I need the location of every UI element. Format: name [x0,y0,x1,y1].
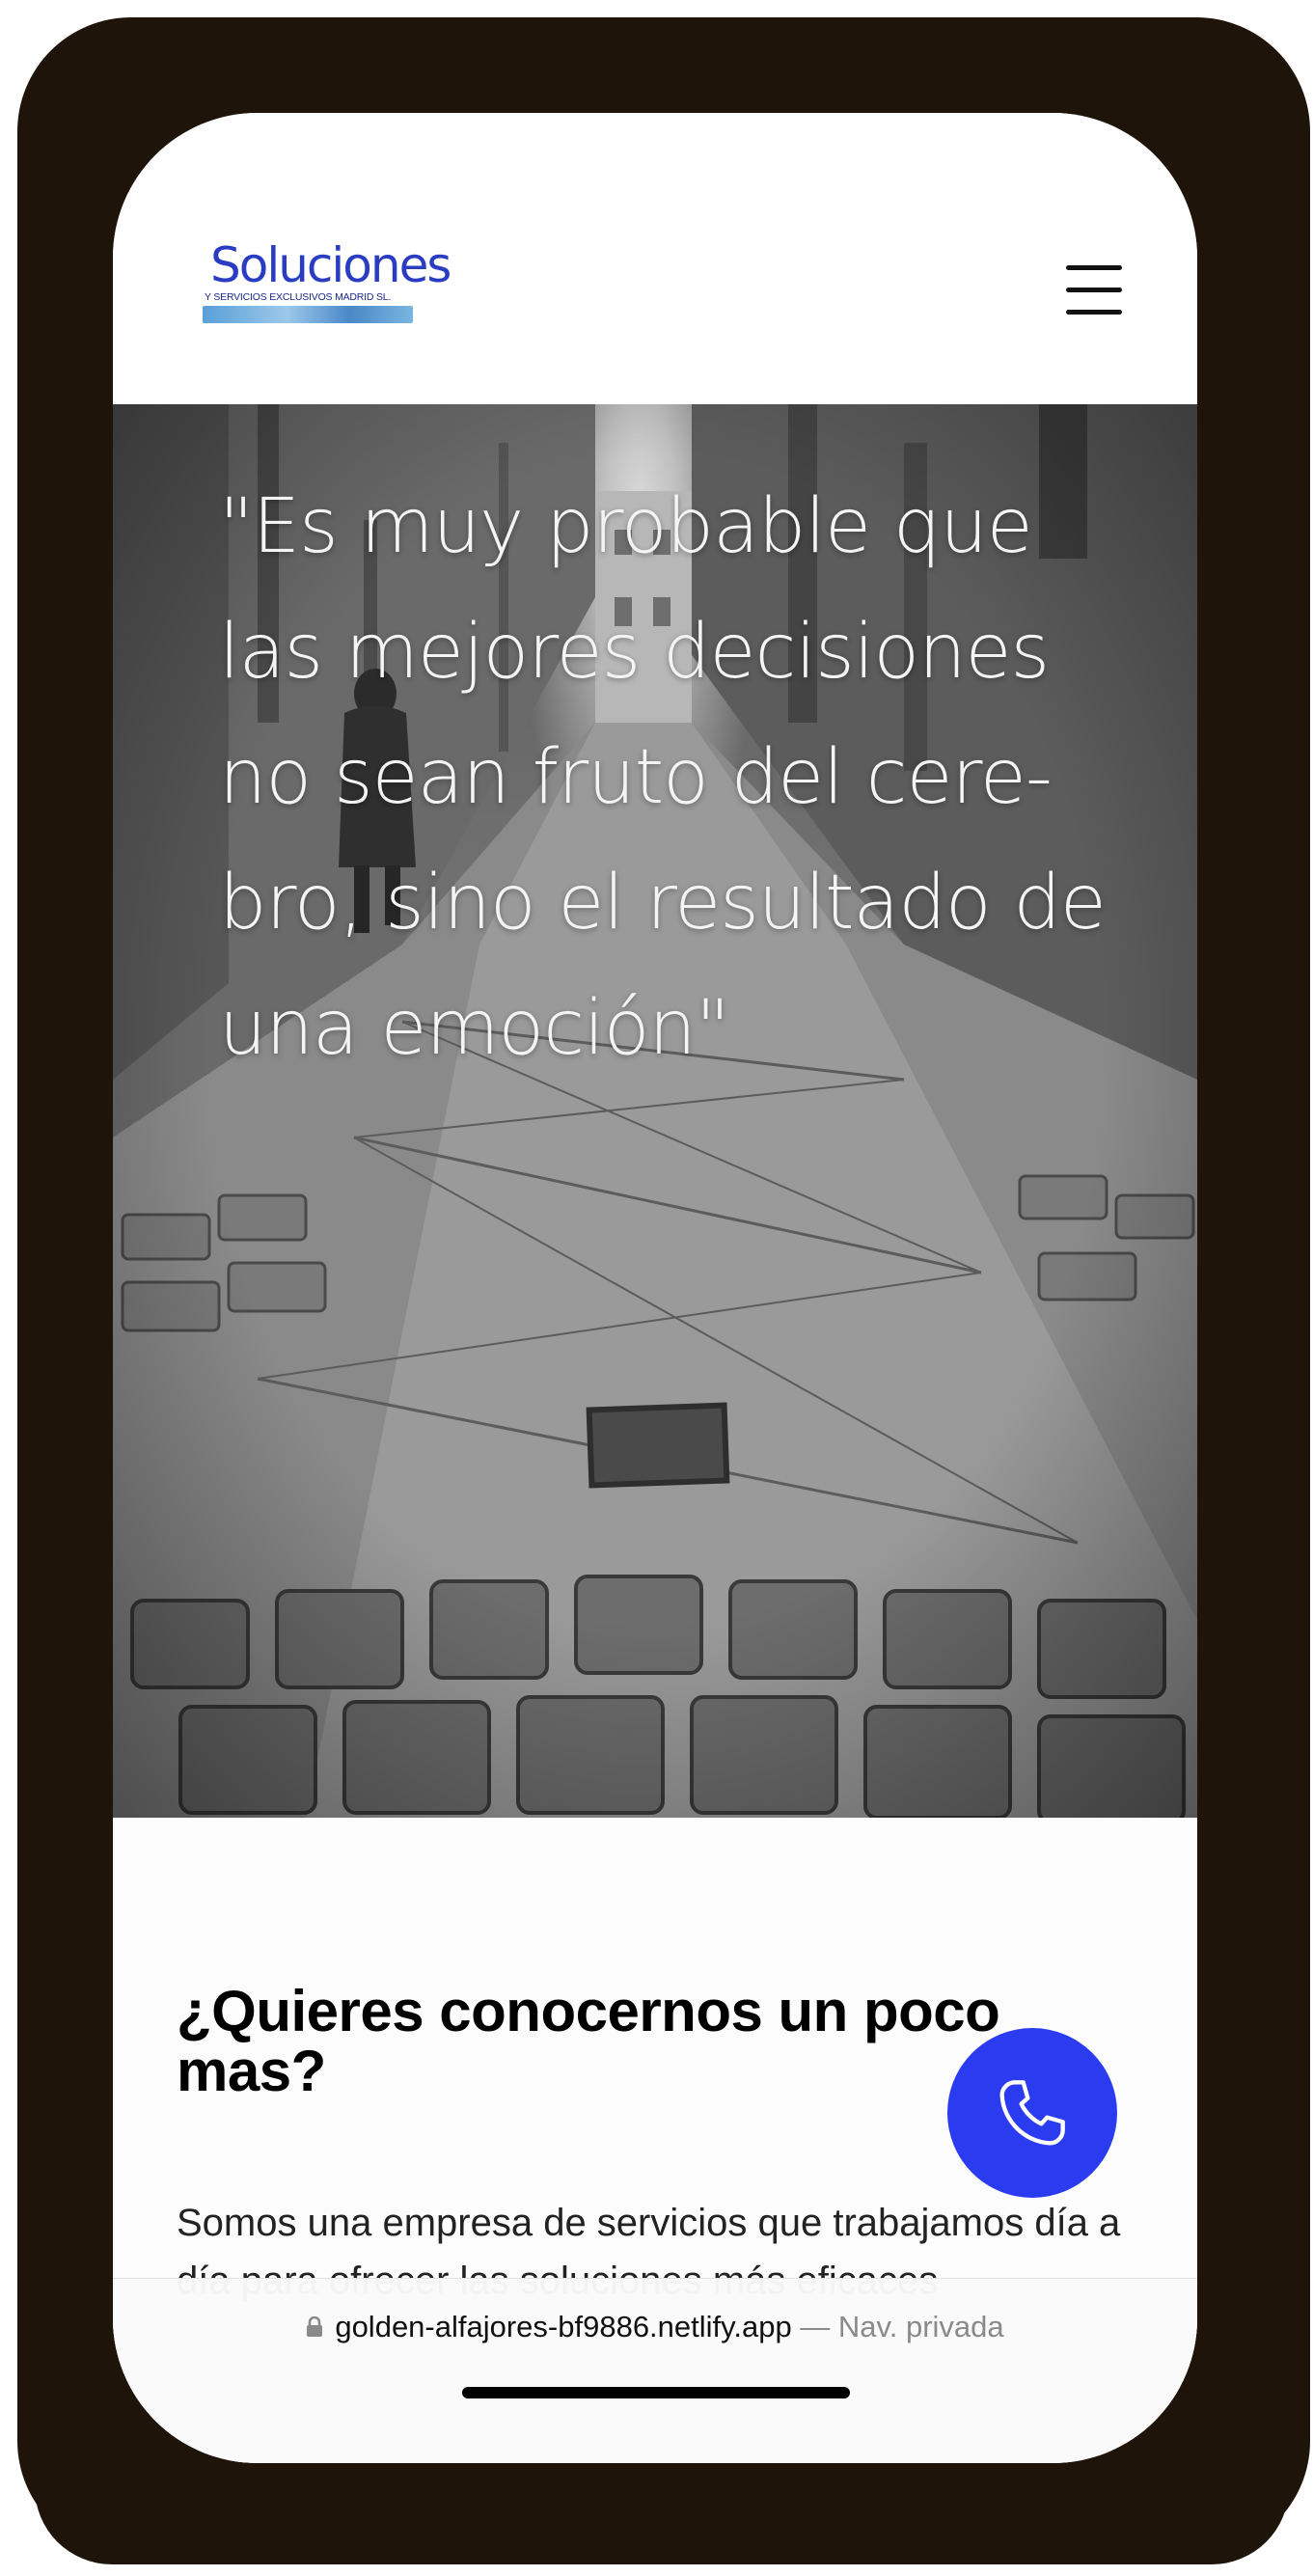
url-line: golden-alfajores-bf9886.netlify.app — Na… [113,2310,1197,2344]
private-mode-label: Nav. privada [837,2310,1004,2343]
url-separator: — [791,2310,838,2343]
call-button[interactable] [947,2028,1117,2198]
site-header: Soluciones Y SERVICIOS EXCLUSIVOS MADRID… [113,113,1197,404]
phone-icon [999,2080,1065,2146]
browser-url-bar[interactable]: golden-alfajores-bf9886.netlify.app — Na… [113,2278,1197,2463]
site-logo[interactable]: Soluciones Y SERVICIOS EXCLUSIVOS MADRID… [203,238,451,327]
logo-tagline: Y SERVICIOS EXCLUSIVOS MADRID SL. [205,291,392,303]
url-text: golden-alfajores-bf9886.netlify.app [335,2310,792,2343]
hamburger-menu-icon[interactable] [1066,265,1124,315]
hero-section: "Es muy probable que las mejores decisio… [113,404,1197,1818]
lock-icon [306,2311,323,2337]
logo-wordmark: Soluciones [210,237,451,293]
hero-quote: "Es muy probable que las mejores decisio… [219,483,1107,1072]
phone-screen: Soluciones Y SERVICIOS EXCLUSIVOS MADRID… [113,113,1197,2463]
home-indicator[interactable] [462,2387,850,2398]
logo-skyline-image [203,306,413,323]
